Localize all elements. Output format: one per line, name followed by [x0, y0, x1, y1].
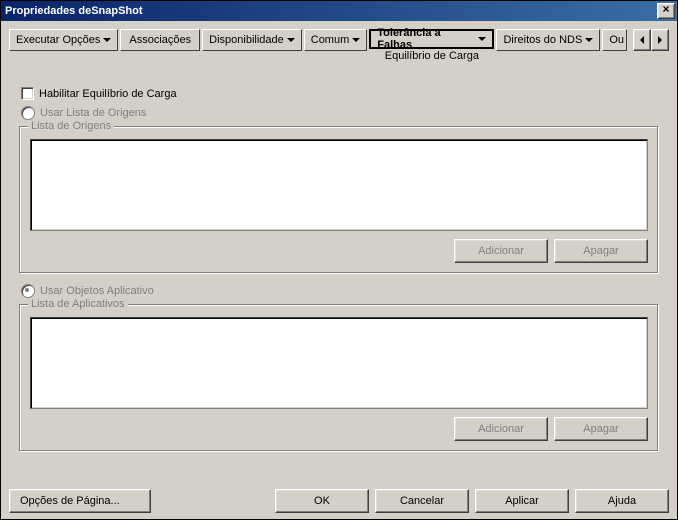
- button-label: OK: [314, 495, 330, 507]
- group-sources: Lista de Origens Adicionar Apagar: [19, 126, 659, 274]
- arrow-left-icon: [640, 36, 644, 44]
- radio-icon: [21, 284, 35, 298]
- tab-scroll-left[interactable]: [633, 29, 651, 51]
- tab-common[interactable]: Comum: [304, 29, 368, 51]
- button-label: Opções de Página...: [20, 495, 120, 507]
- apps-listbox[interactable]: [30, 317, 648, 409]
- button-label: Cancelar: [400, 495, 444, 507]
- sources-listbox[interactable]: [30, 139, 648, 231]
- tab-fault-tolerance[interactable]: Tolerância a Falhas: [369, 29, 494, 49]
- page-options-button[interactable]: Opções de Página...: [9, 489, 151, 513]
- close-icon: ×: [662, 2, 669, 16]
- tab-label: Executar Opções: [16, 34, 100, 46]
- close-button[interactable]: ×: [657, 3, 675, 19]
- chevron-down-icon: [478, 37, 486, 41]
- apps-delete-button[interactable]: Apagar: [554, 417, 648, 441]
- tab-label: Associações: [129, 34, 191, 46]
- chevron-down-icon: [103, 38, 111, 42]
- tab-label: Disponibilidade: [209, 34, 284, 46]
- group-apps: Lista de Aplicativos Adicionar Apagar: [19, 304, 659, 452]
- tab-scroll-right[interactable]: [651, 29, 669, 51]
- title-text: Propriedades deSnapShot: [5, 5, 143, 17]
- group-title: Lista de Origens: [28, 120, 114, 132]
- cancel-button[interactable]: Cancelar: [375, 489, 469, 513]
- tab-other-truncated[interactable]: Ou: [602, 29, 627, 51]
- radio-icon: [21, 106, 35, 120]
- enable-load-balancing-row[interactable]: Habilitar Equilíbrio de Carga: [21, 87, 669, 100]
- chevron-down-icon: [352, 38, 360, 42]
- tab-scroll-buttons: [633, 29, 669, 51]
- radio-label: Usar Objetos Aplicativo: [40, 285, 154, 297]
- arrow-right-icon: [658, 36, 662, 44]
- help-button[interactable]: Ajuda: [575, 489, 669, 513]
- group-title: Lista de Aplicativos: [28, 298, 128, 310]
- sources-add-button[interactable]: Adicionar: [454, 239, 548, 263]
- tab-label: Ou: [609, 34, 624, 46]
- tab-label: Direitos do NDS: [503, 34, 582, 46]
- chevron-down-icon: [585, 38, 593, 42]
- tab-associations[interactable]: Associações: [120, 29, 200, 51]
- tab-sub-label: Equilíbrio de Carga: [385, 50, 479, 62]
- dialog-window: Propriedades deSnapShot × Executar Opçõe…: [0, 0, 678, 520]
- button-label: Ajuda: [608, 495, 636, 507]
- tab-nds-rights[interactable]: Direitos do NDS: [496, 29, 600, 51]
- checkbox-label: Habilitar Equilíbrio de Carga: [39, 88, 177, 100]
- bottom-right-buttons: OK Cancelar Aplicar Ajuda: [275, 489, 669, 513]
- ok-button[interactable]: OK: [275, 489, 369, 513]
- group-apps-buttons: Adicionar Apagar: [30, 417, 648, 441]
- content-area: Executar Opções Associações Disponibilid…: [1, 21, 677, 485]
- title-bar: Propriedades deSnapShot ×: [1, 1, 677, 21]
- tab-label: Tolerância a Falhas: [377, 27, 475, 51]
- tab-label: Comum: [311, 34, 350, 46]
- bottom-button-bar: Opções de Página... OK Cancelar Aplicar …: [9, 489, 669, 513]
- tab-run-options[interactable]: Executar Opções: [9, 29, 118, 51]
- use-source-list-radio: Usar Lista de Origens: [21, 106, 669, 120]
- button-label: Aplicar: [505, 495, 539, 507]
- tab-strip: Executar Opções Associações Disponibilid…: [9, 29, 669, 65]
- group-sources-buttons: Adicionar Apagar: [30, 239, 648, 263]
- radio-label: Usar Lista de Origens: [40, 107, 146, 119]
- apply-button[interactable]: Aplicar: [475, 489, 569, 513]
- chevron-down-icon: [287, 38, 295, 42]
- use-app-objects-radio: Usar Objetos Aplicativo: [21, 284, 669, 298]
- apps-add-button[interactable]: Adicionar: [454, 417, 548, 441]
- tab-availability[interactable]: Disponibilidade: [202, 29, 302, 51]
- sources-delete-button[interactable]: Apagar: [554, 239, 648, 263]
- checkbox-icon[interactable]: [21, 87, 34, 100]
- tab-fault-tolerance-wrap: Tolerância a Falhas Equilíbrio de Carga: [369, 29, 494, 62]
